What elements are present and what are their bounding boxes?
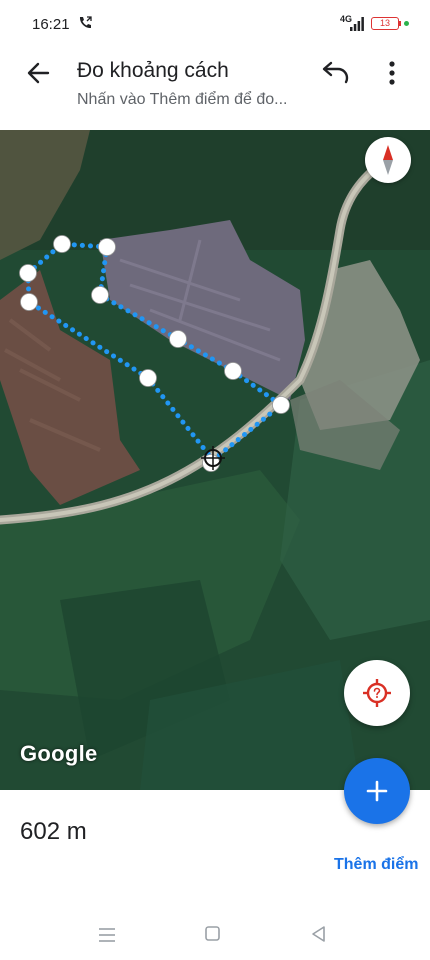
total-distance: 602 m [20,818,87,845]
back-icon[interactable] [310,925,328,943]
add-point-button[interactable]: Thêm điểm [334,856,418,874]
page-subtitle: Nhấn vào Thêm điểm để đo... [77,91,288,108]
home-icon[interactable] [205,926,220,941]
signal-icon [350,17,364,31]
battery-level: 13 [379,18,390,28]
phone-call-icon [79,16,92,29]
system-nav-bar [0,905,430,960]
more-vert-icon[interactable] [378,58,406,88]
charging-dot [404,21,409,26]
my-location-button[interactable] [344,660,410,726]
undo-icon[interactable] [318,60,352,86]
page-title: Đo khoảng cách [77,59,229,82]
battery-icon: 13 [371,17,399,30]
battery-tip [399,21,401,26]
app-bar: Đo khoảng cách Nhấn vào Thêm điểm để đo.… [0,48,430,130]
add-icon [366,780,388,802]
my-location-icon [363,679,391,707]
google-attribution: Google [20,741,98,766]
recent-apps-icon[interactable] [98,927,116,943]
compass-icon[interactable] [365,137,411,183]
status-time: 16:21 [32,16,70,33]
status-bar: 16:21 4G 13 [0,0,430,48]
add-point-fab[interactable] [344,758,410,824]
back-arrow-icon[interactable] [22,58,56,88]
